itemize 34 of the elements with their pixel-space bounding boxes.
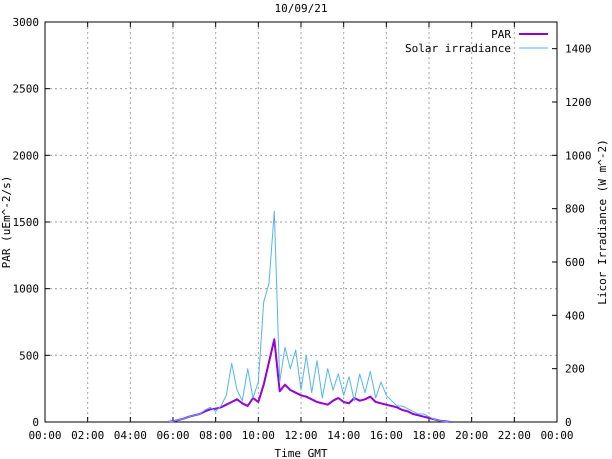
tick-label: 00:00	[28, 429, 62, 442]
tick-label: 400	[565, 309, 585, 322]
chart-title: 10/09/21	[274, 2, 328, 15]
tick-label: 1500	[12, 216, 39, 229]
tick-label: 1000	[12, 282, 39, 296]
tick-label: 1000	[565, 149, 592, 162]
tick-label: 02:00	[71, 429, 104, 442]
legend-label: Solar irradiance	[405, 42, 511, 55]
tick-label: 00:00	[540, 429, 574, 442]
tick-label: 10:00	[242, 429, 275, 442]
tick-label: 2500	[12, 82, 39, 96]
y-axis-title: Licor Irradiance (W m^-2)	[596, 139, 609, 305]
tick-label: 08:00	[199, 429, 232, 442]
tick-label: 500	[19, 349, 39, 362]
tick-label: 04:00	[114, 429, 147, 442]
tick-label: 0	[565, 416, 572, 429]
legend-label: PAR	[491, 28, 511, 41]
tick-label: 06:00	[156, 429, 190, 442]
tick-label: 0	[32, 416, 39, 429]
tick-label: 2000	[12, 149, 39, 162]
tick-label: 20:00	[455, 429, 488, 442]
tick-label: 12:00	[284, 429, 318, 442]
tick-label: 3000	[12, 16, 39, 29]
tick-label: 18:00	[412, 429, 446, 442]
tick-label: 200	[565, 362, 585, 376]
tick-label: 16:00	[370, 429, 403, 442]
tick-label: 1400	[565, 42, 592, 56]
tick-label: 1200	[565, 96, 592, 109]
tick-label: 22:00	[498, 429, 531, 442]
tick-label: 600	[565, 256, 585, 269]
y-axis-title: PAR (uEm^-2/s)	[0, 176, 13, 268]
tick-label: 14:00	[327, 429, 360, 442]
tick-label: 800	[565, 202, 585, 216]
x-axis-title: Time GMT	[274, 447, 328, 459]
